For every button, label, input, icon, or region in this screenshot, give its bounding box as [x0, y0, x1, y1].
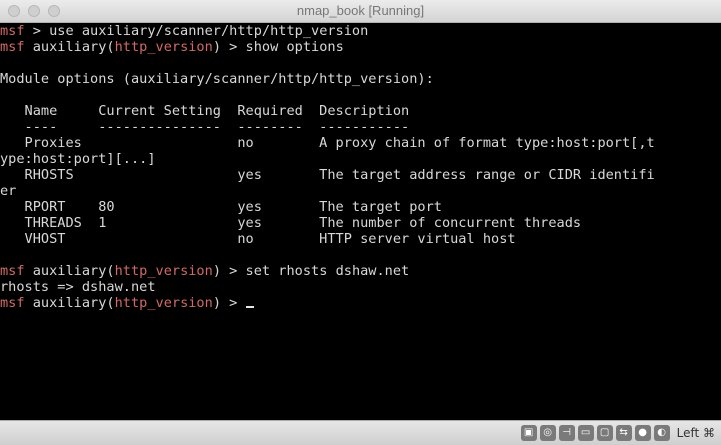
msf-prompt: msf [0, 263, 25, 279]
terminal-line: msf auxiliary(http_version) > set rhosts… [0, 263, 721, 279]
msf-prompt: msf [0, 295, 25, 311]
options-row-vhost: VHOST no HTTP server virtual host [0, 231, 516, 247]
options-table-underline: ---- --------------- -------- ----------… [0, 119, 410, 135]
terminal-screen[interactable]: msf > use auxiliary/scanner/http/http_ve… [0, 23, 721, 420]
status-icons: ▣ ◎ ⊣ ▭ ▢ ⇆ ● ◐ Left ⌘ [520, 424, 715, 442]
options-row-threads: THREADS 1 yes The number of concurrent t… [0, 215, 582, 231]
terminal-line: msf > use auxiliary/scanner/http/http_ve… [0, 23, 721, 39]
command-output: rhosts => dshaw.net [0, 279, 156, 295]
prompt-context: auxiliary( [24, 39, 115, 55]
command-text: ) > [212, 295, 246, 311]
capture-icon[interactable]: ● [634, 425, 651, 441]
virtualbox-window: nmap_book [Running] msf > use auxiliary/… [0, 0, 721, 445]
options-row-rhosts: RHOSTS yes The target address range or C… [0, 167, 655, 183]
module-options-heading: Module options (auxiliary/scanner/http/h… [0, 71, 434, 87]
text-cursor [245, 306, 254, 308]
host-key-label: Left ⌘ [676, 426, 715, 440]
window-title: nmap_book [Running] [296, 3, 425, 18]
options-row-rhosts-wrap: er [0, 183, 17, 199]
module-name: http_version [114, 263, 213, 279]
terminal-line: msf auxiliary(http_version) > [0, 295, 721, 311]
options-table-header: Name Current Setting Required Descriptio… [0, 103, 410, 119]
command-text: > use auxiliary/scanner/http/http_versio… [24, 23, 369, 39]
title-bar: nmap_book [Running] [0, 0, 721, 23]
network-icon[interactable]: ⇆ [615, 425, 632, 441]
display-icon[interactable]: ▢ [596, 425, 613, 441]
msf-prompt: msf [0, 23, 25, 39]
module-name: http_version [114, 39, 213, 55]
prompt-context: auxiliary( [24, 263, 115, 279]
terminal-line: msf auxiliary(http_version) > show optio… [0, 39, 721, 55]
command-text: ) > show options [212, 39, 344, 55]
options-row-proxies: Proxies no A proxy chain of format type:… [0, 135, 655, 151]
cd-icon[interactable]: ◎ [539, 425, 556, 441]
mouse-icon[interactable]: ◐ [653, 425, 670, 441]
usb-icon[interactable]: ⊣ [558, 425, 575, 441]
msf-prompt: msf [0, 39, 25, 55]
prompt-context: auxiliary( [24, 295, 115, 311]
module-name: http_version [114, 295, 213, 311]
options-row-proxies-wrap: ype:host:port][...] [0, 151, 156, 167]
status-bar: ▣ ◎ ⊣ ▭ ▢ ⇆ ● ◐ Left ⌘ [0, 420, 721, 445]
folder-icon[interactable]: ▭ [577, 425, 594, 441]
command-text: ) > set rhosts dshaw.net [212, 263, 410, 279]
options-row-rport: RPORT 80 yes The target port [0, 199, 442, 215]
disk-icon[interactable]: ▣ [520, 425, 537, 441]
